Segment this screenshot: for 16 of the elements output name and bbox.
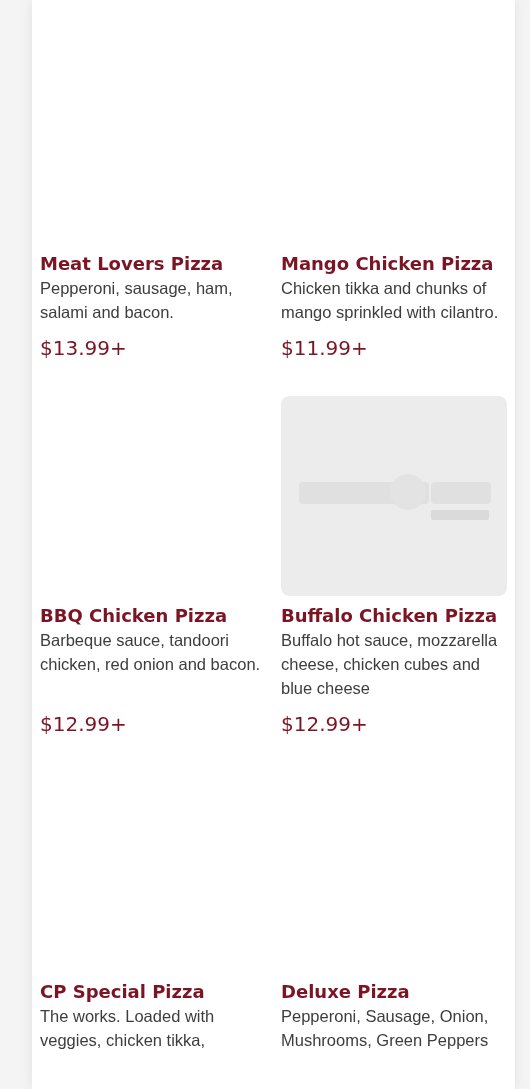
item-description: Barbeque sauce, tandoori chicken, red onion and bacon. (40, 630, 262, 675)
item-name[interactable]: BBQ Chicken Pizza (40, 604, 266, 628)
item-name[interactable]: Deluxe Pizza (281, 980, 507, 1004)
item-price: $11.99+ (281, 335, 369, 360)
item-description: Pepperoni, sausage, ham, salami and bacon. (40, 278, 234, 323)
item-description: Pepperoni, Sausage, Onion, Mushrooms, Green Peppers (281, 1006, 490, 1051)
item-price: $12.99+ (281, 711, 369, 736)
item-description: Buffalo hot sauce, mozzarella cheese, chicken cubes and blue cheese (281, 630, 499, 699)
item-name[interactable]: Buffalo Chicken Pizza (281, 604, 507, 628)
item-description: Chicken tikka and chunks of mango sprinkled with cilantro. (281, 278, 500, 323)
item-name[interactable]: Mango Chicken Pizza (281, 252, 507, 276)
item-name[interactable]: CP Special Pizza (40, 980, 266, 1004)
item-price: $12.99+ (40, 711, 128, 736)
item-price: $13.99+ (40, 335, 128, 360)
item-description: The works. Loaded with veggies, chicken tikka, (40, 1006, 216, 1051)
item-name[interactable]: Meat Lovers Pizza (40, 252, 266, 276)
